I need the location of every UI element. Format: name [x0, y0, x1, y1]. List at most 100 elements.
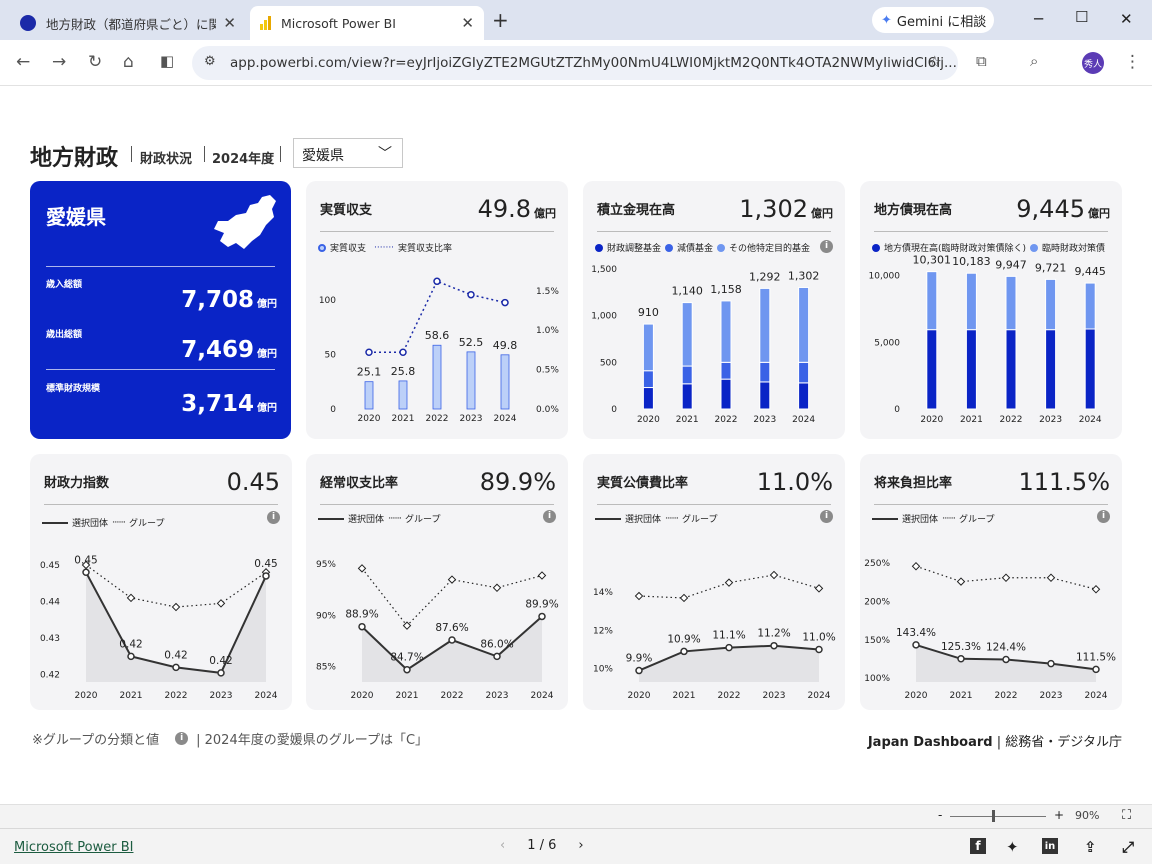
- info-icon[interactable]: i: [543, 510, 556, 523]
- x-tick-label: 2022: [165, 691, 188, 701]
- info-icon[interactable]: i: [267, 511, 280, 524]
- divider: [874, 231, 1108, 232]
- metric-unit: 億円: [257, 349, 277, 360]
- close-window-icon[interactable]: ✕: [1120, 10, 1133, 28]
- linkedin-icon[interactable]: in: [1042, 838, 1058, 854]
- legend-label: グループ: [405, 515, 441, 525]
- powerbi-link[interactable]: Microsoft Power BI: [14, 840, 133, 855]
- bar-segment: [1005, 275, 1017, 331]
- prev-page-icon[interactable]: ‹: [500, 838, 505, 853]
- reload-icon[interactable]: ↻: [88, 52, 102, 72]
- facebook-icon[interactable]: f: [970, 838, 986, 854]
- y2-tick-label: 1.5%: [536, 287, 559, 297]
- prefecture-summary-card: 愛媛県 歳入総額 7,708 億円 歳出総額 7,469 億円 標準財政規模 3,7…: [30, 181, 291, 439]
- data-label: 9,445: [1074, 265, 1106, 278]
- metric-label: 歳入総額: [46, 280, 83, 290]
- new-tab-icon[interactable]: +: [492, 8, 509, 32]
- y-tick-label: 1,500: [591, 265, 617, 275]
- card-number: 11.0%: [756, 468, 833, 496]
- legend-label: グループ: [959, 515, 995, 525]
- bar-segment: [681, 365, 693, 385]
- reading-mode-icon[interactable]: ◧: [160, 52, 174, 70]
- x-tick-label: 2020: [358, 414, 381, 424]
- zoom-slider-handle[interactable]: [992, 810, 995, 822]
- info-icon[interactable]: i: [1097, 510, 1110, 523]
- browser-tab-inactive[interactable]: 地方財政（都道府県ごと）に関す ✕: [8, 6, 246, 40]
- info-icon[interactable]: i: [820, 510, 833, 523]
- zoom-slider[interactable]: [950, 816, 1046, 817]
- x-tick-label: 2023: [210, 691, 233, 701]
- prefecture-map-icon: [214, 195, 276, 249]
- site-info-icon[interactable]: ⚙: [204, 54, 216, 69]
- minimize-icon[interactable]: ─: [1034, 10, 1043, 28]
- bar-segment: [720, 300, 732, 363]
- prefecture-dropdown[interactable]: 愛媛県 ﹀: [293, 138, 403, 168]
- legend-swatch: [42, 521, 68, 524]
- extensions-icon[interactable]: ⧉: [976, 52, 987, 70]
- metric-value: 7,469 億円: [181, 337, 277, 363]
- share-icon[interactable]: ⇪: [1084, 838, 1097, 856]
- y-tick-label: 0: [330, 405, 336, 415]
- fullscreen-icon[interactable]: ⤢: [1122, 838, 1134, 856]
- data-label: 49.8: [493, 339, 518, 352]
- y-tick-label: 5,000: [874, 338, 900, 348]
- browser-tab-active[interactable]: Microsoft Power BI ✕: [250, 6, 484, 40]
- divider: [874, 504, 1108, 505]
- twitter-icon[interactable]: ✦: [1006, 838, 1019, 856]
- y-tick-label: 10,000: [869, 272, 901, 282]
- fit-page-icon[interactable]: ⛶: [1122, 808, 1131, 823]
- close-tab-icon[interactable]: ✕: [223, 14, 236, 32]
- divider: [597, 231, 831, 232]
- forward-icon[interactable]: →: [52, 52, 66, 72]
- group-point: [357, 564, 367, 573]
- url-bar[interactable]: ⚙ app.powerbi.com/view?r=eyJrIjoiZGIyZTE…: [192, 46, 958, 80]
- legend-label: 財政調整基金: [607, 244, 662, 254]
- tab-search-icon[interactable]: ⌕: [1030, 52, 1038, 70]
- profile-avatar[interactable]: 秀人: [1082, 52, 1104, 74]
- legend-label: 選択団体: [348, 515, 385, 525]
- group-point: [814, 584, 824, 593]
- divider: [44, 504, 278, 505]
- legend-label: 実質収支: [330, 244, 367, 254]
- data-label: 10,301: [913, 255, 952, 267]
- ratio-point: [365, 348, 373, 356]
- info-icon[interactable]: i: [820, 240, 833, 253]
- group-point: [492, 583, 502, 593]
- data-label: 9.9%: [626, 653, 653, 665]
- y2-tick-label: 1.0%: [536, 326, 559, 336]
- maximize-icon[interactable]: ☐: [1075, 8, 1088, 26]
- legend-swatch: [665, 243, 674, 252]
- legend-swatch: [717, 243, 726, 252]
- y-tick-label: 90%: [316, 611, 336, 621]
- zoom-out-button[interactable]: -: [938, 808, 942, 822]
- data-label: 25.1: [357, 366, 382, 379]
- x-tick-label: 2021: [950, 691, 973, 701]
- group-point: [447, 575, 457, 584]
- menu-kebab-icon[interactable]: ⋮: [1124, 52, 1141, 72]
- gemini-button[interactable]: ✦ Gemini に相談: [872, 7, 994, 33]
- x-tick-label: 2024: [531, 691, 554, 701]
- bookmark-star-icon[interactable]: ☆: [928, 52, 942, 71]
- bar-segment: [798, 382, 810, 410]
- bar-segment: [642, 323, 654, 372]
- home-icon[interactable]: ⌂: [123, 52, 134, 72]
- close-tab-icon[interactable]: ✕: [461, 14, 474, 32]
- y-tick-label: 0: [894, 405, 900, 415]
- bar-segment: [642, 370, 654, 389]
- next-page-icon[interactable]: ›: [578, 838, 583, 853]
- info-icon[interactable]: i: [175, 732, 189, 745]
- x-tick-label: 2022: [441, 691, 464, 701]
- y-tick-label: 95%: [316, 560, 336, 570]
- x-tick-label: 2021: [392, 414, 415, 424]
- card-title: 経常収支比率: [320, 476, 399, 491]
- fiscal-power-chart: 0.42 0.43 0.44 0.45 0.45 0.42 0.42 0.42 0.45 2020…: [40, 554, 278, 701]
- real-balance-card: 実質収支 49.8 億円 実質収支 ······· 実質収支比率 0 50 100 0.…: [306, 181, 568, 439]
- back-icon[interactable]: ←: [16, 52, 30, 72]
- selected-point: [635, 666, 643, 675]
- y-tick-label: 150%: [864, 636, 890, 646]
- data-label: 11.1%: [712, 630, 745, 642]
- x-tick-label: 2020: [920, 415, 943, 425]
- data-label: 11.0%: [802, 632, 835, 644]
- zoom-in-button[interactable]: +: [1054, 808, 1064, 822]
- selected-point: [1092, 665, 1100, 674]
